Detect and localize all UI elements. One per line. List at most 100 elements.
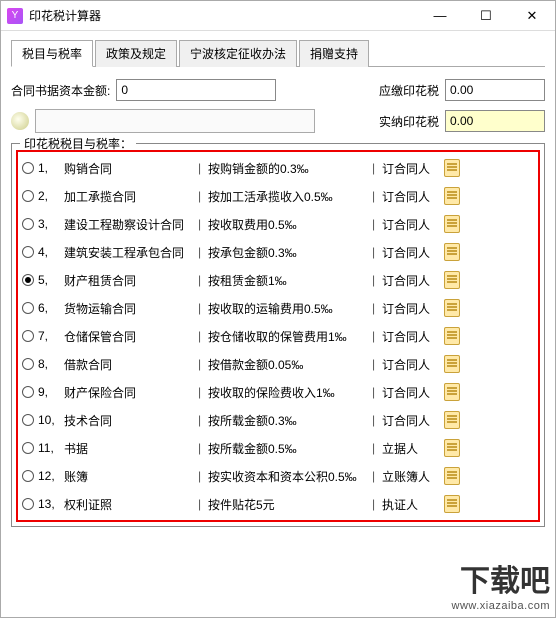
tax-rate: 按借款金额0.05‰	[208, 356, 368, 373]
tax-row[interactable]: 1,购销合同|按购销金额的0.3‰|订合同人	[18, 154, 538, 182]
separator: |	[198, 161, 204, 175]
tax-radio[interactable]	[22, 274, 34, 286]
tax-radio[interactable]	[22, 498, 34, 510]
tax-payer: 订合同人	[382, 412, 436, 429]
document-icon[interactable]	[444, 215, 460, 233]
separator: |	[372, 329, 378, 343]
tax-name: 建设工程勘察设计合同	[64, 216, 194, 233]
tax-index: 6,	[38, 301, 60, 315]
separator: |	[198, 217, 204, 231]
tax-row[interactable]: 13,权利证照|按件贴花5元|执证人	[18, 490, 538, 518]
tax-row[interactable]: 12,账簿|按实收资本和资本公积0.5‰|立账簿人	[18, 462, 538, 490]
watermark-text: 下载吧	[400, 556, 550, 600]
document-icon[interactable]	[444, 299, 460, 317]
tax-name: 书据	[64, 440, 194, 457]
content-area: 税目与税率 政策及规定 宁波核定征收办法 捐赠支持 合同书据资本金额: 应缴印花…	[1, 31, 555, 541]
document-icon[interactable]	[444, 271, 460, 289]
separator: |	[198, 357, 204, 371]
separator: |	[372, 189, 378, 203]
separator: |	[198, 441, 204, 455]
tax-row[interactable]: 4,建筑安装工程承包合同|按承包金额0.3‰|订合同人	[18, 238, 538, 266]
document-icon[interactable]	[444, 495, 460, 513]
tax-index: 2,	[38, 189, 60, 203]
tax-rate: 按所载金额0.3‰	[208, 412, 368, 429]
tax-radio[interactable]	[22, 302, 34, 314]
tax-rate: 按加工活承揽收入0.5‰	[208, 188, 368, 205]
separator: |	[198, 329, 204, 343]
tab-ningbo[interactable]: 宁波核定征收办法	[179, 40, 297, 67]
tax-row[interactable]: 11,书据|按所载金额0.5‰|立据人	[18, 434, 538, 462]
inputs-row-2: 实纳印花税	[11, 109, 545, 133]
document-icon[interactable]	[444, 411, 460, 429]
inputs-row-1: 合同书据资本金额: 应缴印花税	[11, 79, 545, 101]
separator: |	[198, 273, 204, 287]
tax-name: 财产租赁合同	[64, 272, 194, 289]
tax-row[interactable]: 5,财产租赁合同|按租赁金额1‰|订合同人	[18, 266, 538, 294]
document-icon[interactable]	[444, 383, 460, 401]
tax-payer: 订合同人	[382, 300, 436, 317]
maximize-button[interactable]: ☐	[463, 1, 509, 31]
document-icon[interactable]	[444, 439, 460, 457]
tax-radio[interactable]	[22, 470, 34, 482]
separator: |	[198, 497, 204, 511]
tax-row[interactable]: 7,仓储保管合同|按仓储收取的保管费用1‰|订合同人	[18, 322, 538, 350]
tax-rate: 按收取费用0.5‰	[208, 216, 368, 233]
tax-payer: 立据人	[382, 440, 436, 457]
tax-rate: 按实收资本和资本公积0.5‰	[208, 468, 368, 485]
tax-index: 4,	[38, 245, 60, 259]
tab-rates[interactable]: 税目与税率	[11, 40, 93, 67]
tax-payer: 订合同人	[382, 272, 436, 289]
app-icon: Y	[7, 8, 23, 24]
due-input[interactable]	[445, 79, 545, 101]
tax-row[interactable]: 6,货物运输合同|按收取的运输费用0.5‰|订合同人	[18, 294, 538, 322]
tax-radio[interactable]	[22, 386, 34, 398]
separator: |	[198, 469, 204, 483]
tax-name: 技术合同	[64, 412, 194, 429]
tax-rate: 按租赁金额1‰	[208, 272, 368, 289]
tax-row[interactable]: 9,财产保险合同|按收取的保险费收入1‰|订合同人	[18, 378, 538, 406]
tax-payer: 执证人	[382, 496, 436, 513]
document-icon[interactable]	[444, 355, 460, 373]
tax-radio[interactable]	[22, 330, 34, 342]
separator: |	[372, 497, 378, 511]
tax-row[interactable]: 8,借款合同|按借款金额0.05‰|订合同人	[18, 350, 538, 378]
tax-radio[interactable]	[22, 162, 34, 174]
tax-radio[interactable]	[22, 442, 34, 454]
bulb-icon[interactable]	[11, 112, 29, 130]
tax-index: 13,	[38, 497, 60, 511]
tax-row[interactable]: 10,技术合同|按所载金额0.3‰|订合同人	[18, 406, 538, 434]
tax-radio[interactable]	[22, 218, 34, 230]
tax-index: 3,	[38, 217, 60, 231]
separator: |	[372, 301, 378, 315]
document-icon[interactable]	[444, 187, 460, 205]
tax-name: 财产保险合同	[64, 384, 194, 401]
tax-name: 加工承揽合同	[64, 188, 194, 205]
tax-row[interactable]: 3,建设工程勘察设计合同|按收取费用0.5‰|订合同人	[18, 210, 538, 238]
close-button[interactable]: ✕	[509, 1, 555, 31]
tax-radio[interactable]	[22, 246, 34, 258]
tax-index: 10,	[38, 413, 60, 427]
amount-input[interactable]	[116, 79, 276, 101]
titlebar: Y 印花税计算器 — ☐ ✕	[1, 1, 555, 31]
tax-radio[interactable]	[22, 358, 34, 370]
paid-label: 实纳印花税	[379, 113, 439, 130]
amount-label: 合同书据资本金额:	[11, 82, 110, 99]
document-icon[interactable]	[444, 243, 460, 261]
document-icon[interactable]	[444, 327, 460, 345]
tab-donate[interactable]: 捐赠支持	[299, 40, 369, 67]
paid-input[interactable]	[445, 110, 545, 132]
tax-payer: 订合同人	[382, 188, 436, 205]
document-icon[interactable]	[444, 159, 460, 177]
due-label: 应缴印花税	[379, 82, 439, 99]
watermark: 下载吧 www.xiazaiba.com	[400, 556, 550, 612]
watermark-url: www.xiazaiba.com	[400, 600, 550, 612]
tax-rate: 按件贴花5元	[208, 496, 368, 513]
tax-name: 账簿	[64, 468, 194, 485]
minimize-button[interactable]: —	[417, 1, 463, 31]
tax-row[interactable]: 2,加工承揽合同|按加工活承揽收入0.5‰|订合同人	[18, 182, 538, 210]
tax-index: 1,	[38, 161, 60, 175]
document-icon[interactable]	[444, 467, 460, 485]
tab-policy[interactable]: 政策及规定	[95, 40, 177, 67]
tax-radio[interactable]	[22, 190, 34, 202]
tax-radio[interactable]	[22, 414, 34, 426]
